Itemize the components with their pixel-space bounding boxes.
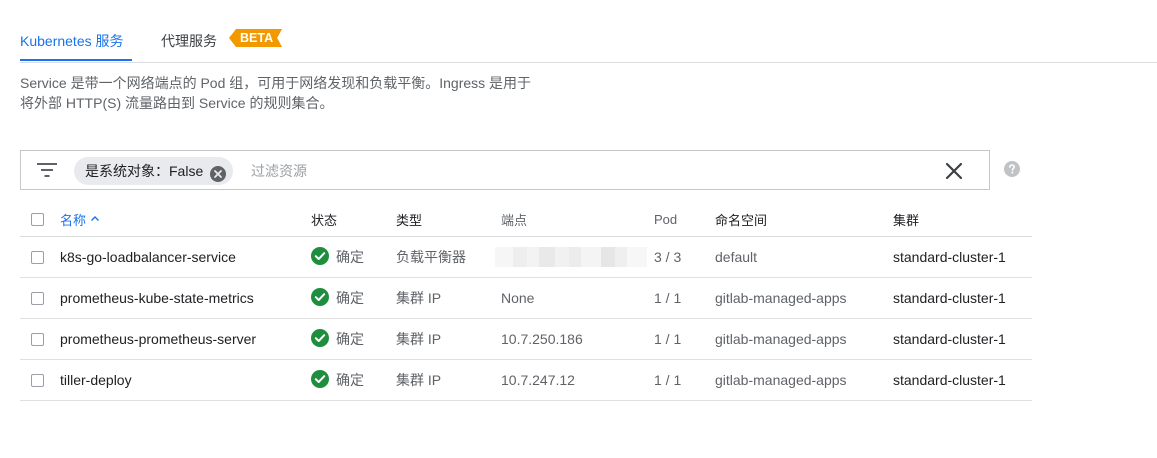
column-header-name[interactable]: 名称	[60, 210, 100, 229]
status-text: 确定	[336, 290, 364, 306]
column-header-namespace[interactable]: 命名空间	[715, 202, 767, 236]
table-body: k8s-go-loadbalancer-service 确定 负载平衡器 3 /…	[20, 237, 1032, 401]
status-text: 确定	[336, 372, 364, 388]
namespace: gitlab-managed-apps	[715, 290, 847, 306]
row-checkbox[interactable]	[31, 373, 44, 387]
endpoints: None	[501, 290, 535, 306]
column-header-status[interactable]: 状态	[311, 202, 337, 236]
description-line-2: 将外部 HTTP(S) 流量路由到 Service 的规则集合。	[20, 95, 334, 111]
pod-count: 1 / 1	[654, 372, 682, 388]
check-circle-icon	[311, 369, 329, 391]
service-type: 集群 IP	[396, 372, 442, 388]
service-name[interactable]: prometheus-prometheus-server	[60, 319, 256, 359]
column-header-pods[interactable]: Pod	[654, 202, 677, 236]
check-circle-icon	[311, 287, 329, 309]
tab-proxy-services[interactable]: 代理服务	[161, 31, 217, 51]
column-header-type[interactable]: 类型	[396, 202, 422, 236]
status-cell: 确定	[311, 278, 364, 318]
column-header-endpoints[interactable]: 端点	[501, 202, 527, 236]
endpoints: 10.7.250.186	[501, 331, 583, 347]
beta-badge: BETA	[229, 29, 282, 47]
table-row[interactable]: prometheus-kube-state-metrics 确定 集群 IP N…	[20, 278, 1032, 319]
filter-chip-system-object[interactable]: 是系统对象：False	[74, 157, 234, 185]
description-line-1: Service 是带一个网络端点的 Pod 组，可用于网络发现和负载平衡。Ing…	[20, 75, 532, 91]
service-name[interactable]: tiller-deploy	[60, 360, 132, 400]
status-text: 确定	[336, 331, 364, 347]
status-cell: 确定	[311, 319, 364, 359]
cluster[interactable]: standard-cluster-1	[893, 360, 1006, 400]
status-text: 确定	[336, 249, 364, 265]
row-checkbox[interactable]	[31, 332, 44, 346]
redacted-area	[495, 247, 647, 267]
pod-count: 1 / 1	[654, 290, 682, 306]
cluster[interactable]: standard-cluster-1	[893, 319, 1006, 359]
table-header: 名称 状态 类型 端点 Pod 命名空间 集群	[20, 202, 1032, 237]
service-type: 负载平衡器	[396, 249, 466, 265]
active-tab-indicator	[20, 59, 132, 61]
service-name[interactable]: k8s-go-loadbalancer-service	[60, 237, 236, 277]
check-circle-icon	[311, 246, 329, 268]
close-icon[interactable]	[945, 162, 963, 180]
row-checkbox[interactable]	[31, 291, 44, 305]
tab-kubernetes-services[interactable]: Kubernetes 服务	[20, 31, 124, 51]
services-table: 名称 状态 类型 端点 Pod 命名空间 集群 k8s-go-loadbalan…	[20, 202, 1032, 401]
endpoints-redacted	[495, 237, 647, 277]
help-icon[interactable]	[1004, 161, 1020, 177]
table-row[interactable]: k8s-go-loadbalancer-service 确定 负载平衡器 3 /…	[20, 237, 1032, 278]
column-header-cluster[interactable]: 集群	[893, 202, 919, 236]
cancel-icon[interactable]	[210, 163, 227, 182]
endpoints: 10.7.247.12	[501, 372, 575, 388]
check-circle-icon	[311, 328, 329, 350]
service-type: 集群 IP	[396, 331, 442, 347]
arrow-up-icon	[90, 212, 100, 227]
table-row[interactable]: prometheus-prometheus-server 确定 集群 IP 10…	[20, 319, 1032, 360]
service-type: 集群 IP	[396, 290, 442, 306]
status-cell: 确定	[311, 360, 364, 400]
filter-resources-input[interactable]	[249, 159, 903, 183]
namespace: gitlab-managed-apps	[715, 372, 847, 388]
column-name-label: 名称	[60, 212, 87, 228]
row-checkbox[interactable]	[31, 250, 44, 264]
select-all-checkbox[interactable]	[31, 212, 44, 226]
table-row[interactable]: tiller-deploy 确定 集群 IP 10.7.247.12 1 / 1…	[20, 360, 1032, 401]
filter-chip-label: 是系统对象：False	[85, 163, 204, 179]
pod-count: 1 / 1	[654, 331, 682, 347]
pod-count: 3 / 3	[654, 249, 682, 265]
filter-icon[interactable]	[37, 163, 57, 182]
service-name[interactable]: prometheus-kube-state-metrics	[60, 278, 254, 318]
namespace: gitlab-managed-apps	[715, 331, 847, 347]
namespace: default	[715, 249, 758, 265]
filter-bar: 是系统对象：False	[20, 150, 990, 190]
tab-bar: Kubernetes 服务 代理服务 BETA	[20, 24, 1157, 63]
page-description: Service 是带一个网络端点的 Pod 组，可用于网络发现和负载平衡。Ing…	[20, 73, 531, 113]
status-cell: 确定	[311, 237, 364, 277]
cluster[interactable]: standard-cluster-1	[893, 278, 1006, 318]
cluster[interactable]: standard-cluster-1	[893, 237, 1006, 277]
